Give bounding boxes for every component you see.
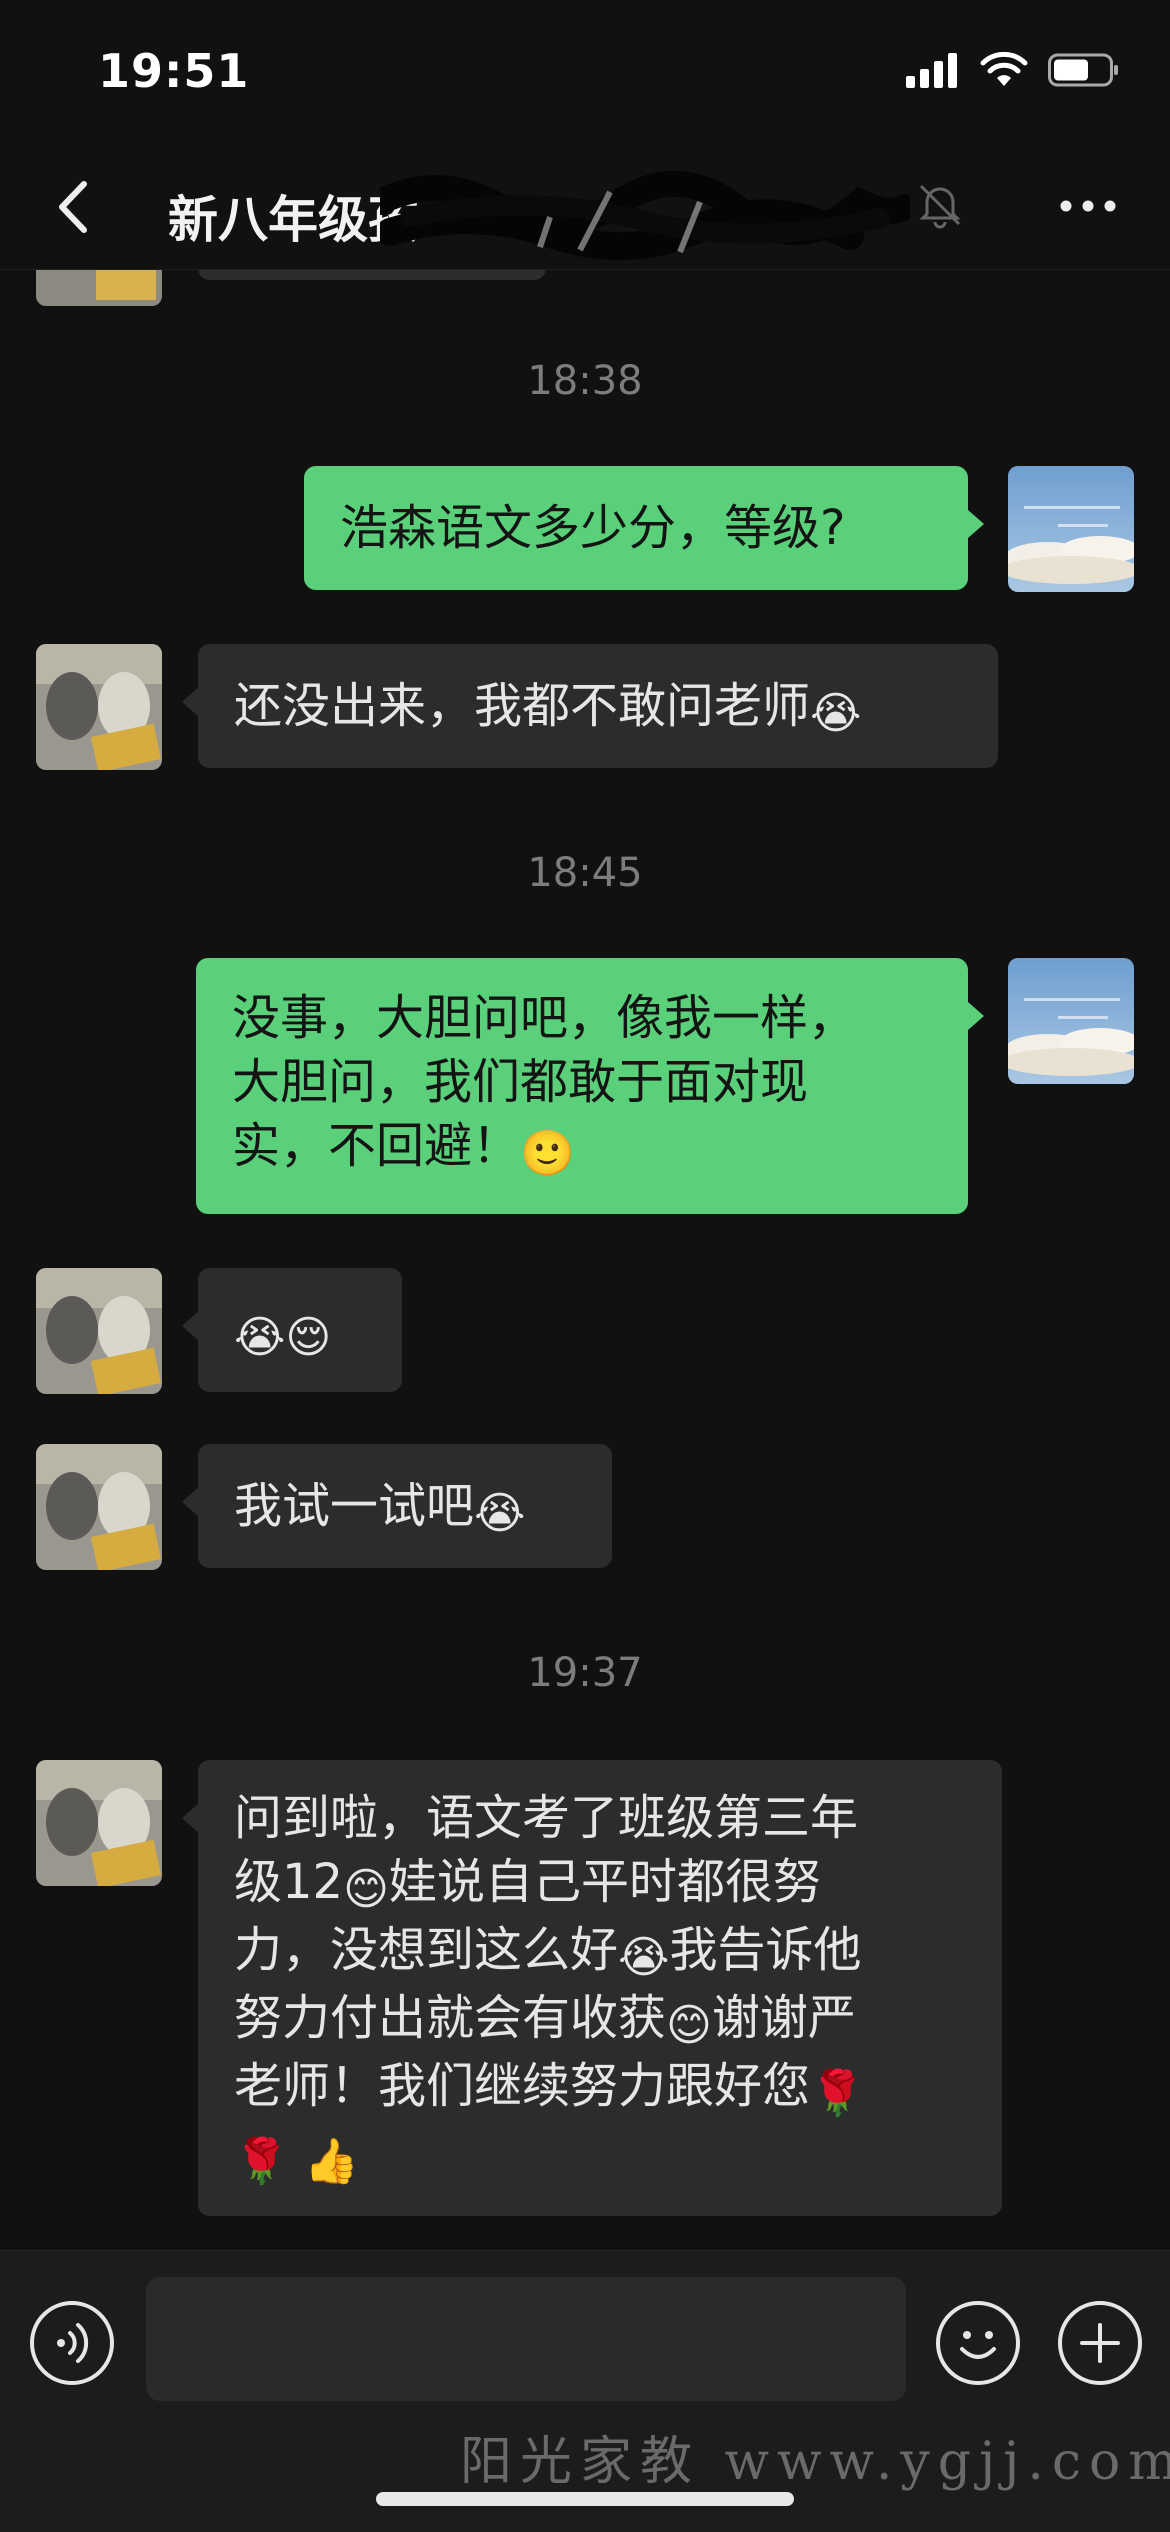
timestamp: 18:45 <box>527 850 643 896</box>
emoji-message: 😭😌 <box>234 1312 332 1363</box>
message-text: 我试一试吧 <box>234 1478 475 1534</box>
wifi-icon <box>980 52 1028 86</box>
message-bubble-outgoing[interactable]: 没事，大胆问吧，像我一样， 大胆问，我们都敢于面对现 实，不回避！🙂 <box>196 958 984 1214</box>
my-avatar[interactable] <box>1008 466 1134 592</box>
emoji-button[interactable] <box>936 2301 1020 2385</box>
message-text-line: 谢谢严 <box>711 1990 856 2046</box>
message-input[interactable] <box>146 2277 906 2401</box>
timestamp: 18:38 <box>527 358 643 404</box>
contact-avatar[interactable] <box>36 1268 162 1394</box>
slight-smile-emoji: 🙂 <box>520 1128 575 1179</box>
message-text: 浩森语文多少分，等级? <box>340 500 846 556</box>
my-avatar[interactable] <box>1008 958 1134 1084</box>
cellular-signal-icon <box>906 53 957 88</box>
message-bubble-incoming[interactable]: 我试一试吧😭 <box>182 1444 612 1568</box>
voice-icon <box>57 2323 89 2363</box>
plus-circle-icon <box>1080 2323 1120 2363</box>
message-list[interactable]: 18:38 浩森语文多少分，等级? 还没出来，我都不敢问老师😭 18:45 没事… <box>0 270 1170 2260</box>
contact-avatar[interactable] <box>36 1760 162 1886</box>
bell-off-icon <box>919 184 961 229</box>
redaction-scribble <box>380 170 910 261</box>
back-icon[interactable] <box>40 172 110 242</box>
home-indicator[interactable] <box>376 2492 794 2506</box>
message-bubble-incoming[interactable]: 问到啦，语文考了班级第三年 级12😊娃说自己平时都很努 力，没想到这么好😭我告诉… <box>182 1760 1002 2216</box>
status-bar: 19:51 <box>0 0 1170 150</box>
status-time: 19:51 <box>98 44 250 98</box>
crying-laughing-emoji: 😭 <box>810 688 862 739</box>
message-text-line: 问到啦，语文考了班级第三年 <box>234 1790 859 1846</box>
status-icons <box>906 52 1120 88</box>
smiley-icon <box>960 2331 996 2359</box>
watermark: 阳光家教 www.ygjj.com <box>460 2432 1170 2492</box>
message-text-line: 我告诉他 <box>669 1922 862 1978</box>
message-bubble-incoming[interactable] <box>198 270 546 280</box>
more-options-icon[interactable] <box>1058 186 1118 226</box>
contact-avatar[interactable] <box>36 644 162 770</box>
crying-laughing-emoji: 😭 <box>618 1932 670 1983</box>
message-text-line: 大胆问，我们都敢于面对现 <box>232 1054 809 1110</box>
smiling-emoji: 😊 <box>343 1864 389 1915</box>
contact-avatar[interactable] <box>36 270 162 306</box>
message-text-line: 级12 <box>234 1854 344 1910</box>
chat-screen: 19:51 新八年级孩 18:38 浩森语文多少分，等级? 还没出来，我都不敢问… <box>0 0 1170 2532</box>
rose-emoji: 🌹 <box>234 2136 289 2187</box>
crying-laughing-emoji: 😭 <box>474 1488 526 1539</box>
contact-avatar[interactable] <box>36 1444 162 1570</box>
rose-emoji: 🌹 <box>810 2068 865 2119</box>
thumbs-up-emoji: 👍 <box>304 2136 359 2187</box>
input-bar: 阳光家教 www.ygjj.com <box>0 2250 1170 2532</box>
chat-header: 新八年级孩 <box>0 150 1170 270</box>
message-text-line: 没事，大胆问吧，像我一样， <box>232 990 857 1046</box>
message-text-line: 老师！我们继续努力跟好您 <box>234 2058 811 2114</box>
timestamp: 19:37 <box>527 1650 643 1696</box>
add-button[interactable] <box>1058 2301 1142 2385</box>
message-bubble-outgoing[interactable]: 浩森语文多少分，等级? <box>304 466 984 590</box>
voice-button[interactable] <box>30 2301 114 2385</box>
message-bubble-incoming[interactable]: 😭😌 <box>182 1268 402 1392</box>
message-text: 还没出来，我都不敢问老师 <box>234 678 811 734</box>
smiling-emoji: 😊 <box>666 2000 712 2051</box>
message-text-line: 努力付出就会有收获 <box>234 1990 667 2046</box>
message-text-line: 实，不回避！ <box>232 1118 521 1174</box>
message-text-line: 娃说自己平时都很努 <box>388 1854 821 1910</box>
message-text-line: 力，没想到这么好 <box>234 1922 619 1978</box>
message-bubble-incoming[interactable]: 还没出来，我都不敢问老师😭 <box>182 644 998 768</box>
battery-icon <box>1048 53 1118 87</box>
